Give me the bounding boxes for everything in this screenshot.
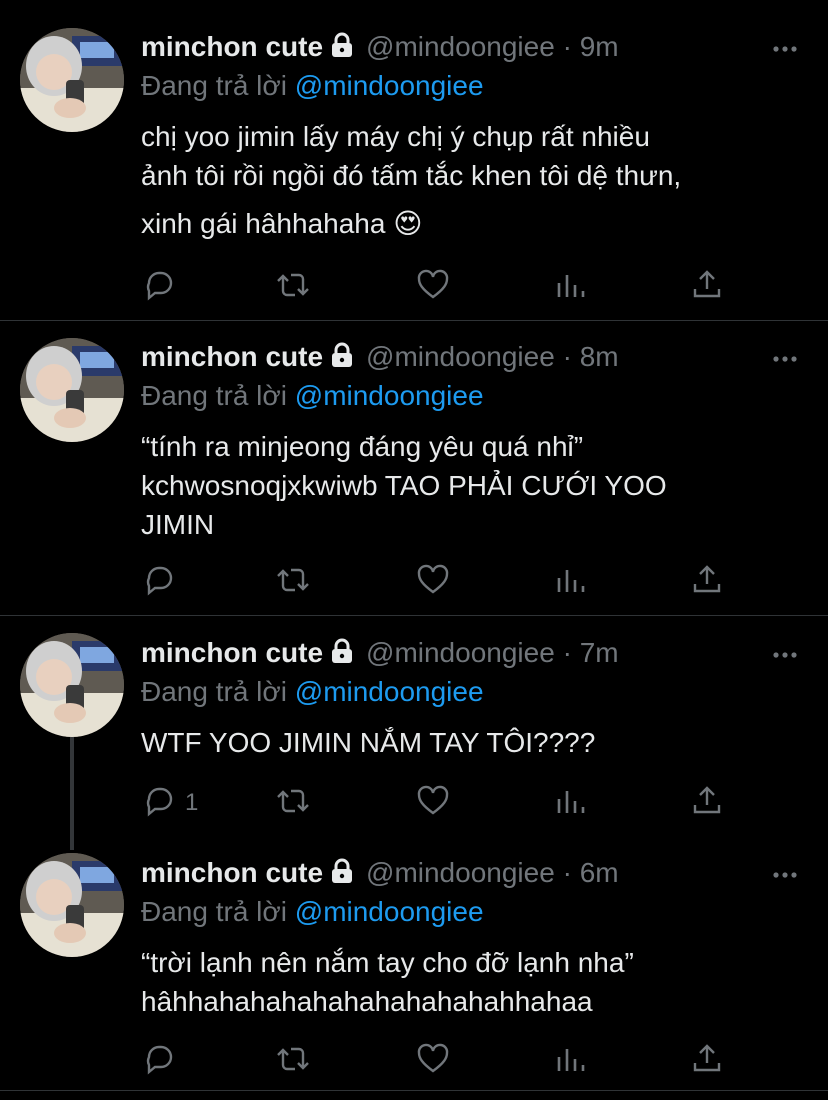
- tweet-text: “tính ra minjeong đáng yêu quá nhỉ” kchw…: [141, 427, 801, 544]
- tweet-text: WTF YOO JIMIN NẮM TAY TÔI????: [141, 723, 801, 762]
- reply-button[interactable]: 1: [141, 785, 198, 821]
- reply-count: 1: [185, 789, 199, 816]
- retweet-button[interactable]: [275, 269, 311, 305]
- reply-mention[interactable]: @mindoongiee: [295, 676, 484, 707]
- retweet-button[interactable]: [275, 564, 311, 600]
- dot-separator: ·: [554, 637, 580, 668]
- more-icon[interactable]: [772, 350, 798, 368]
- lock-icon: [330, 858, 354, 889]
- avatar[interactable]: [20, 28, 124, 132]
- like-button[interactable]: [415, 1043, 451, 1079]
- lock-icon: [330, 342, 354, 373]
- timestamp[interactable]: 7m: [580, 637, 619, 669]
- avatar[interactable]: [20, 853, 124, 957]
- tweet-text-line: xinh gái hâhhahaha 😍: [141, 208, 423, 239]
- handle[interactable]: @mindoongiee: [366, 341, 555, 373]
- analytics-button[interactable]: [553, 785, 589, 821]
- share-button[interactable]: [689, 785, 725, 821]
- analytics-icon[interactable]: [553, 562, 589, 603]
- like-button[interactable]: [415, 269, 451, 305]
- heart-icon[interactable]: [415, 562, 451, 603]
- reply-prefix: Đang trả lời: [141, 70, 287, 101]
- tweet-text: “trời lạnh nên nắm tay cho đỡ lạnh nha” …: [141, 943, 801, 1021]
- separator: [0, 615, 828, 616]
- handle[interactable]: @mindoongiee: [366, 31, 555, 63]
- reply-prefix: Đang trả lời: [141, 380, 287, 411]
- retweet-icon[interactable]: [275, 783, 311, 824]
- more-icon[interactable]: [772, 866, 798, 884]
- heart-icon[interactable]: [415, 1041, 451, 1082]
- timestamp[interactable]: 9m: [580, 31, 619, 63]
- share-icon[interactable]: [689, 1041, 725, 1082]
- reply-mention[interactable]: @mindoongiee: [295, 896, 484, 927]
- share-icon[interactable]: [689, 562, 725, 603]
- share-button[interactable]: [689, 269, 725, 305]
- display-name[interactable]: minchon cute: [141, 341, 323, 373]
- display-name[interactable]: minchon cute: [141, 31, 323, 63]
- dot-separator: ·: [554, 857, 580, 888]
- thread-line: [70, 737, 74, 850]
- reply-icon[interactable]: [141, 267, 177, 308]
- share-button[interactable]: [689, 564, 725, 600]
- tweet-text-line: “tính ra minjeong đáng yêu quá nhỉ”: [141, 431, 584, 462]
- lock-icon: [330, 32, 354, 63]
- handle[interactable]: @mindoongiee: [366, 857, 555, 889]
- separator: [0, 1090, 828, 1091]
- heart-icon[interactable]: [415, 783, 451, 824]
- like-button[interactable]: [415, 785, 451, 821]
- separator: [0, 320, 828, 321]
- analytics-button[interactable]: [553, 564, 589, 600]
- share-button[interactable]: [689, 1043, 725, 1079]
- reply-mention[interactable]: @mindoongiee: [295, 70, 484, 101]
- retweet-button[interactable]: [275, 1043, 311, 1079]
- display-name[interactable]: minchon cute: [141, 857, 323, 889]
- handle[interactable]: @mindoongiee: [366, 637, 555, 669]
- dot-separator: ·: [554, 341, 580, 372]
- retweet-button[interactable]: [275, 785, 311, 821]
- avatar[interactable]: [20, 633, 124, 737]
- tweet-text-line: ảnh tôi rồi ngồi đó tấm tắc khen tôi dệ …: [141, 160, 682, 191]
- timestamp[interactable]: 8m: [580, 341, 619, 373]
- share-icon[interactable]: [689, 267, 725, 308]
- retweet-icon[interactable]: [275, 267, 311, 308]
- reply-prefix: Đang trả lời: [141, 676, 287, 707]
- reply-button[interactable]: [141, 1043, 185, 1079]
- reply-context: Đang trả lời @mindoongiee: [141, 676, 484, 708]
- reply-icon[interactable]: [141, 562, 177, 603]
- reply-mention[interactable]: @mindoongiee: [295, 380, 484, 411]
- retweet-icon[interactable]: [275, 1041, 311, 1082]
- reply-prefix: Đang trả lời: [141, 896, 287, 927]
- share-icon[interactable]: [689, 783, 725, 824]
- reply-icon[interactable]: [141, 783, 177, 824]
- tweet-text-line: hâhhahahahahahahahahahahhahaa: [141, 986, 593, 1017]
- display-name[interactable]: minchon cute: [141, 637, 323, 669]
- more-icon[interactable]: [772, 40, 798, 58]
- lock-icon: [330, 638, 354, 669]
- tweet-text-line: kchwosnoqjxkwiwb TAO PHẢI CƯỚI YOO: [141, 470, 667, 501]
- heart-icon[interactable]: [415, 267, 451, 308]
- more-icon[interactable]: [772, 646, 798, 664]
- analytics-icon[interactable]: [553, 267, 589, 308]
- avatar[interactable]: [20, 338, 124, 442]
- reply-button[interactable]: [141, 564, 185, 600]
- analytics-icon[interactable]: [553, 1041, 589, 1082]
- analytics-button[interactable]: [553, 1043, 589, 1079]
- reply-context: Đang trả lời @mindoongiee: [141, 70, 484, 102]
- tweet-text-line: JIMIN: [141, 509, 215, 540]
- retweet-icon[interactable]: [275, 562, 311, 603]
- dot-separator: ·: [554, 31, 580, 62]
- tweet-text: chị yoo jimin lấy máy chị ý chụp rất nhi…: [141, 117, 801, 243]
- reply-context: Đang trả lời @mindoongiee: [141, 896, 484, 928]
- tweet-text-line: chị yoo jimin lấy máy chị ý chụp rất nhi…: [141, 121, 650, 152]
- analytics-icon[interactable]: [553, 783, 589, 824]
- tweet-text-line: “trời lạnh nên nắm tay cho đỡ lạnh nha”: [141, 947, 634, 978]
- tweet-text-line: WTF YOO JIMIN NẮM TAY TÔI????: [141, 727, 596, 758]
- like-button[interactable]: [415, 564, 451, 600]
- reply-icon[interactable]: [141, 1041, 177, 1082]
- analytics-button[interactable]: [553, 269, 589, 305]
- reply-context: Đang trả lời @mindoongiee: [141, 380, 484, 412]
- reply-button[interactable]: [141, 269, 185, 305]
- timestamp[interactable]: 6m: [580, 857, 619, 889]
